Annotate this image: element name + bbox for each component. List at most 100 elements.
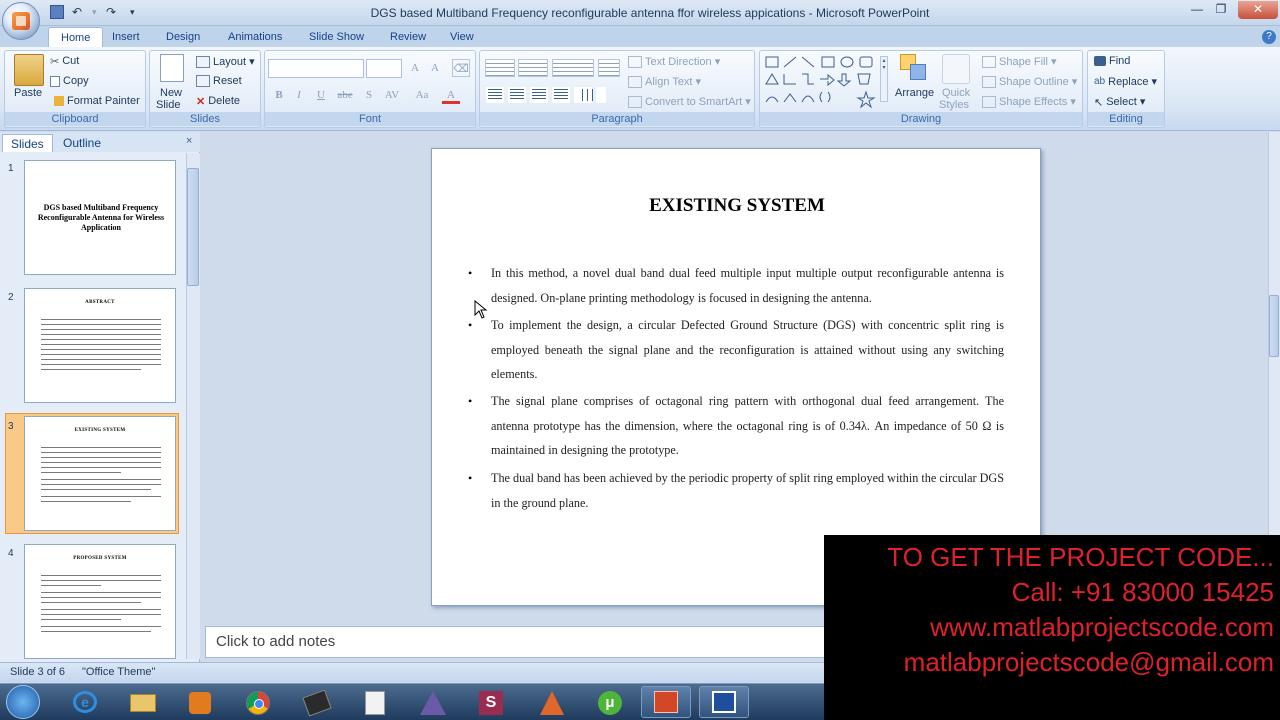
shapes-more-icon[interactable]: ▴ ▾ (880, 56, 888, 102)
slides-group-label: Slides (150, 112, 260, 126)
close-icon[interactable]: ✕ (1238, 1, 1278, 19)
slides-pane-scroll-thumb[interactable] (187, 168, 199, 286)
tab-design[interactable]: Design (154, 27, 212, 47)
tab-slide-show[interactable]: Slide Show (297, 27, 376, 47)
alignment-buttons[interactable] (486, 87, 606, 103)
tab-view[interactable]: View (438, 27, 486, 47)
replace-button[interactable]: ab Replace ▾ (1094, 75, 1157, 88)
customize-qat-icon[interactable]: ▾ (130, 5, 144, 19)
tab-animations[interactable]: Animations (216, 27, 294, 47)
bullet-text-4[interactable]: The dual band has been achieved by the p… (491, 466, 1004, 515)
arrange-icon[interactable] (900, 54, 928, 84)
bullets-icon[interactable] (485, 59, 515, 77)
close-pane-icon[interactable]: × (186, 135, 192, 147)
shrink-font-icon[interactable]: A (426, 59, 444, 77)
slide-title[interactable]: EXISTING SYSTEM (432, 195, 1042, 217)
triangle-app-icon[interactable] (408, 686, 458, 718)
layout-button[interactable]: Layout ▾ (196, 55, 255, 69)
tab-home[interactable]: Home (48, 27, 104, 47)
tab-review[interactable]: Review (378, 27, 438, 47)
shape-fill-label: Shape Fill (999, 56, 1048, 68)
editor-scroll-thumb[interactable] (1269, 295, 1279, 357)
change-case-button[interactable]: Aa (410, 86, 434, 104)
format-painter-button[interactable]: Format Painter (54, 95, 140, 107)
tab-insert[interactable]: Insert (100, 27, 152, 47)
notes-pane[interactable]: Click to add notes (205, 626, 835, 658)
font-size-combo[interactable] (366, 59, 402, 78)
line-spacing-icon[interactable] (598, 59, 620, 77)
utorrent-icon[interactable]: μ (585, 686, 635, 718)
chip-app-icon[interactable] (292, 686, 342, 718)
smartart-button[interactable]: Convert to SmartArt ▾ (628, 95, 751, 109)
slide-thumbnail-2[interactable]: ABSTRACT (24, 288, 176, 403)
align-text-label: Align Text (645, 76, 693, 88)
active-window-icon[interactable] (699, 686, 749, 718)
bullet-text-1[interactable]: In this method, a novel dual band dual f… (491, 261, 1004, 310)
redo-icon[interactable]: ↷ (106, 5, 120, 19)
grow-font-icon[interactable]: A (406, 59, 424, 77)
help-icon[interactable]: ? (1262, 30, 1276, 44)
shadow-button[interactable]: S (360, 86, 378, 104)
undo-icon[interactable]: ↶ (72, 5, 86, 19)
media-player-icon[interactable] (175, 686, 225, 718)
bullet-text-2[interactable]: To implement the design, a circular Defe… (491, 313, 1004, 387)
copy-button[interactable]: Copy (50, 75, 89, 87)
paint-bucket-icon (982, 56, 996, 69)
columns-icon[interactable] (582, 89, 596, 101)
justify-icon[interactable] (554, 89, 568, 101)
clear-formatting-icon[interactable]: ⌫ (452, 59, 470, 77)
save-icon[interactable] (50, 5, 64, 19)
restore-icon[interactable]: ❐ (1208, 1, 1234, 19)
shape-outline-button[interactable]: Shape Outline ▾ (982, 75, 1077, 89)
start-button-icon[interactable] (6, 685, 40, 719)
strikethrough-button[interactable]: abe (336, 86, 354, 104)
quick-styles-icon[interactable] (942, 54, 970, 84)
reset-button[interactable]: Reset (196, 75, 242, 88)
text-direction-button[interactable]: Text Direction ▾ (628, 55, 720, 69)
font-name-combo[interactable] (268, 59, 364, 78)
bullet-text-3[interactable]: The signal plane comprises of octagonal … (491, 389, 1004, 463)
shapes-gallery[interactable] (762, 54, 888, 110)
undo-dropdown-icon[interactable]: ▾ (92, 5, 106, 19)
align-right-icon[interactable] (532, 89, 546, 101)
align-text-button[interactable]: Align Text ▾ (628, 75, 701, 89)
font-color-button[interactable]: A (442, 86, 460, 104)
find-button[interactable]: Find (1094, 55, 1130, 67)
tab-slides[interactable]: Slides (2, 134, 53, 152)
new-slide-label-1[interactable]: New (160, 87, 182, 99)
s-app-icon[interactable]: S (466, 686, 516, 718)
matlab-icon[interactable] (527, 686, 577, 718)
paste-icon[interactable] (14, 54, 44, 86)
slide-thumbnail-3[interactable]: EXISTING SYSTEM (24, 416, 176, 531)
numbering-icon[interactable] (518, 59, 548, 77)
shape-fill-button[interactable]: Shape Fill ▾ (982, 55, 1057, 69)
minimize-icon[interactable]: — (1184, 1, 1210, 19)
select-button[interactable]: ↖ Select ▾ (1094, 95, 1145, 109)
slide-thumbnail-1[interactable]: DGS based Multiband Frequency Reconfigur… (24, 160, 176, 275)
tab-outline[interactable]: Outline (55, 134, 109, 152)
delete-button[interactable]: ✕ Delete (196, 95, 240, 108)
cut-button[interactable]: ✂ Cut (50, 55, 79, 68)
underline-button[interactable]: U (312, 86, 330, 104)
internet-explorer-icon[interactable]: e (60, 686, 110, 718)
quick-styles-label-2[interactable]: Styles (939, 99, 969, 111)
thumbnail-title: ABSTRACT (85, 300, 115, 305)
char-spacing-button[interactable]: AV (380, 86, 404, 104)
office-button[interactable] (2, 2, 40, 40)
document-app-icon[interactable] (350, 686, 400, 718)
powerpoint-taskbar-icon[interactable] (641, 686, 691, 718)
shape-effects-button[interactable]: Shape Effects ▾ (982, 95, 1076, 109)
align-center-icon[interactable] (510, 89, 524, 101)
paste-button[interactable]: Paste (14, 87, 42, 99)
italic-button[interactable]: I (290, 86, 308, 104)
arrange-button[interactable]: Arrange (895, 87, 934, 99)
slide-thumbnail-4[interactable]: PROPOSED SYSTEM (24, 544, 176, 659)
align-left-icon[interactable] (488, 89, 502, 101)
new-slide-label-2[interactable]: Slide (156, 99, 180, 111)
bold-button[interactable]: B (270, 86, 288, 104)
chrome-icon[interactable] (233, 686, 283, 718)
indent-icon[interactable] (552, 59, 594, 77)
quick-styles-label-1[interactable]: Quick (942, 87, 970, 99)
file-explorer-icon[interactable] (118, 686, 168, 718)
new-slide-icon[interactable] (160, 54, 184, 82)
